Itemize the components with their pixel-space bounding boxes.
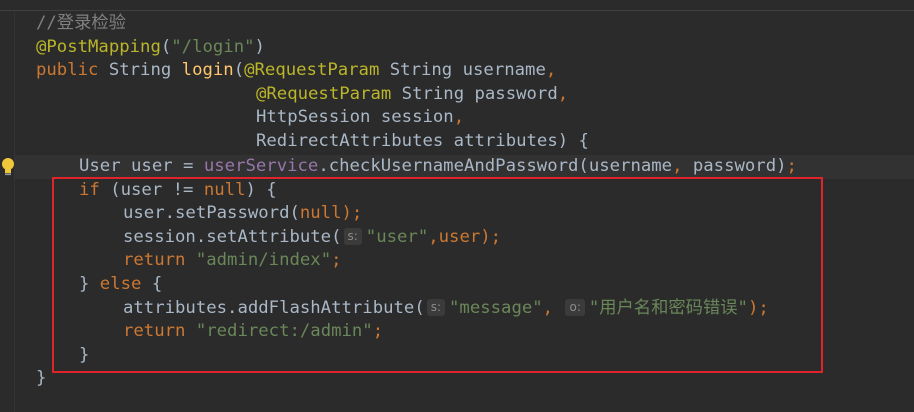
- highlight-box: [52, 177, 823, 373]
- param-token: String username: [379, 60, 546, 81]
- paren-token: ): [254, 36, 265, 57]
- annotation-token: @RequestParam: [256, 83, 392, 104]
- code-line-3: public String login(@RequestParam String…: [36, 59, 556, 83]
- comment-token: //登录检验: [36, 13, 126, 33]
- param-token: HttpSession session: [256, 107, 454, 128]
- code-line-5: HttpSession session,: [256, 106, 464, 130]
- declaration-token: User user =: [79, 156, 204, 176]
- annotation-token: @PostMapping: [36, 36, 161, 57]
- comma-token: ,: [545, 60, 557, 81]
- code-line-2: @PostMapping("/login"): [36, 36, 265, 60]
- annotation-token: @RequestParam: [244, 60, 380, 81]
- comma-token: ,: [557, 83, 569, 104]
- code-line-7: User user = userService.checkUsernameAnd…: [79, 155, 797, 179]
- semicolon-token: ;: [786, 156, 797, 176]
- code-line-1: //登录检验: [36, 12, 126, 36]
- lightbulb-icon[interactable]: [0, 156, 16, 178]
- type-token: String: [98, 60, 182, 81]
- call-token: .checkUsernameAndPassword(username: [318, 156, 673, 176]
- param-token: String password: [391, 83, 558, 104]
- comma-token: ,: [453, 107, 465, 128]
- comma-token: ,: [672, 156, 693, 176]
- gutter-divider: [14, 11, 15, 412]
- param-token: RedirectAttributes attributes) {: [256, 131, 589, 151]
- keyword-token: public: [36, 60, 99, 81]
- brace-token: }: [36, 368, 47, 389]
- code-line-6: RedirectAttributes attributes) {: [256, 130, 589, 154]
- call-token: password): [692, 156, 787, 176]
- paren-token: (: [160, 36, 172, 57]
- code-line-4: @RequestParam String password,: [256, 83, 568, 107]
- paren-token: (: [233, 60, 245, 81]
- code-line-16: }: [36, 367, 46, 391]
- string-token: "/login": [171, 36, 255, 57]
- method-name-token: login: [181, 60, 234, 81]
- editor-top-border: [0, 0, 914, 11]
- field-token: userService: [203, 156, 319, 176]
